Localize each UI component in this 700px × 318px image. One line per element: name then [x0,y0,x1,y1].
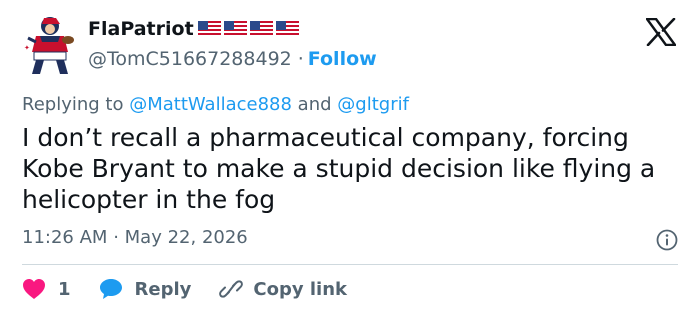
copy-link-button[interactable]: Copy link [219,278,347,300]
us-flag-icon [249,21,273,37]
tweet-timestamp[interactable]: 11:26 AM · May 22, 2026 [22,227,248,248]
avatar[interactable]: ✦ [22,12,82,76]
svg-text:✦: ✦ [24,44,30,52]
like-count: 1 [58,278,71,300]
tweet-text: I don’t recall a pharmaceutical company,… [22,123,656,214]
replying-prefix: Replying to [22,94,124,115]
mention-link[interactable]: @MattWallace888 [129,94,292,115]
divider [22,264,678,265]
author-handle[interactable]: @TomC51667288492 [88,48,292,70]
action-bar: 1 Reply Copy link [22,278,347,300]
x-logo-icon[interactable] [645,17,677,47]
reply-button[interactable]: Reply [99,278,192,300]
us-flag-icon [275,21,299,37]
copy-link-label: Copy link [253,278,347,300]
flag-emojis [197,21,299,37]
heart-icon [23,279,45,299]
mention-link[interactable]: @gltgrif [337,94,409,115]
like-button[interactable]: 1 [22,278,71,300]
replying-to: Replying to @MattWallace888 and @gltgrif [22,94,409,115]
info-icon[interactable] [656,229,678,251]
us-flag-icon [197,21,221,37]
us-flag-icon [223,21,247,37]
author-name[interactable]: FlaPatriot [88,18,194,40]
reply-label: Reply [134,278,192,300]
speech-bubble-icon [99,279,122,299]
author-name-row: FlaPatriot [88,18,299,40]
tweet-date[interactable]: May 22, 2026 [125,227,248,248]
separator-dot: · [113,227,119,248]
author-handle-row: @TomC51667288492 · Follow [88,48,377,70]
follow-button[interactable]: Follow [308,48,377,70]
separator-dot: · [297,48,304,70]
link-icon [219,280,244,298]
tweet-time[interactable]: 11:26 AM [22,227,107,248]
replying-conjunction: and [297,94,332,115]
